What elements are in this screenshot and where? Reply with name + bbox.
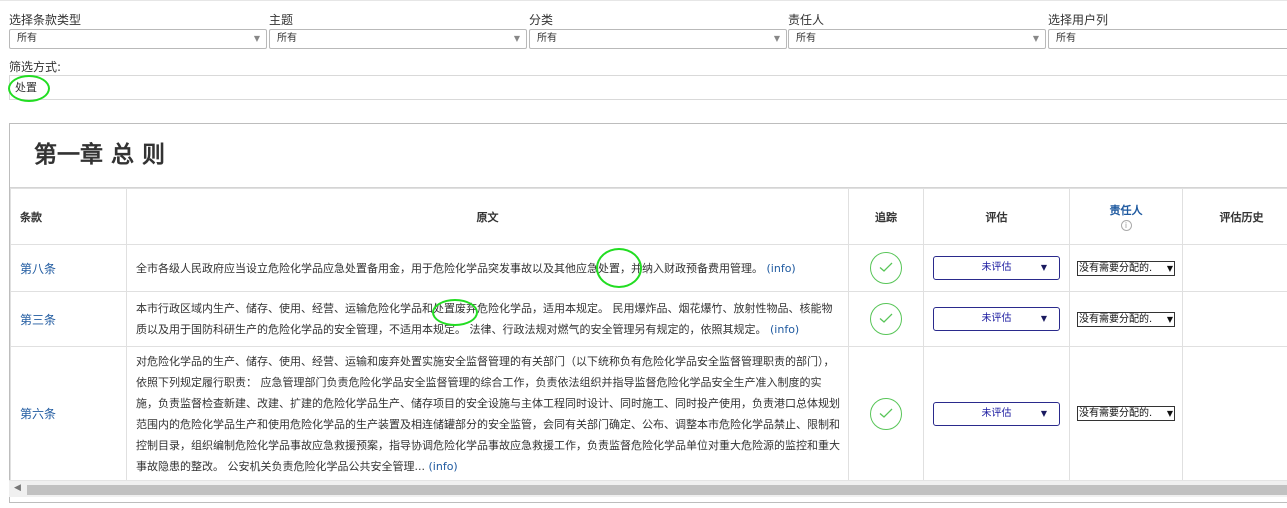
responsible-select[interactable]: 所有 ▼ <box>788 29 1046 49</box>
table-row: 第六条 对危险化学品的生产、储存、使用、经营、运输和废弃处置实施安全监督管理的有… <box>10 346 1287 481</box>
filter-method-input[interactable]: 处置 <box>9 75 1287 100</box>
column-header-evaluate: 评估 <box>923 188 1070 245</box>
responsible-dropdown[interactable]: 没有需要分配的. ▼ <box>1077 260 1175 276</box>
evaluate-dropdown[interactable]: 未评估 ▼ <box>933 307 1060 331</box>
history-cell <box>1182 346 1287 481</box>
responsible-value: 没有需要分配的. <box>1079 408 1153 419</box>
clause-type-select[interactable]: 所有 ▼ <box>9 29 267 49</box>
clause-link[interactable]: 第三条 <box>10 291 127 347</box>
info-link[interactable]: (info) <box>767 262 796 275</box>
chapter-header: 第一章 总 则 <box>10 124 1287 188</box>
filter-label: 选择条款类型 <box>9 13 82 27</box>
filter-label: 分类 <box>529 13 554 27</box>
table-row: 第八条 全市各级人民政府应当设立危险化学品应急处置备用金，用于危险化学品突发事故… <box>10 244 1287 292</box>
evaluate-cell: 未评估 ▼ <box>923 291 1070 347</box>
chevron-down-icon: ▼ <box>1166 409 1173 418</box>
check-icon[interactable] <box>870 303 902 335</box>
filter-label: 责任人 <box>788 13 825 27</box>
filter-responsible: 责任人 所有 ▼ <box>788 12 1046 49</box>
filter-category: 分类 所有 ▼ <box>529 12 787 49</box>
filter-method-label: 筛选方式: <box>9 60 62 74</box>
top-divider <box>0 0 1287 1</box>
responsible-cell: 没有需要分配的. ▼ <box>1069 244 1183 292</box>
check-icon[interactable] <box>870 397 902 430</box>
check-icon[interactable] <box>870 252 902 284</box>
evaluate-cell: 未评估 ▼ <box>923 346 1070 481</box>
clause-text-body: 全市各级人民政府应当设立危险化学品应急处置备用金，用于危险化学品突发事故以及其他… <box>136 261 763 275</box>
clause-text: 本市行政区域内生产、储存、使用、经营、运输危险化学品和处置废弃危险化学品，适用本… <box>126 291 849 347</box>
clause-link[interactable]: 第八条 <box>10 244 127 292</box>
chevron-down-icon: ▼ <box>513 34 520 43</box>
scroll-left-icon[interactable]: ◀ <box>14 483 21 493</box>
clause-table: 条款 原文 追踪 评估 责任人 i 评估历史 第八条 全市各级人民政府应当设立危… <box>10 188 1287 481</box>
user-columns-select[interactable]: 所有 <box>1048 29 1287 49</box>
column-header-history: 评估历史 <box>1182 188 1287 245</box>
responsible-header-label[interactable]: 责任人 <box>1071 202 1181 218</box>
clause-text: 对危险化学品的生产、储存、使用、经营、运输和废弃处置实施安全监督管理的有关部门（… <box>126 346 849 481</box>
history-cell <box>1182 291 1287 347</box>
responsible-dropdown[interactable]: 没有需要分配的. ▼ <box>1077 311 1175 327</box>
filter-topic: 主题 所有 ▼ <box>269 12 527 49</box>
select-value: 所有 <box>796 33 816 44</box>
track-cell <box>848 346 924 481</box>
select-value: 所有 <box>17 33 37 44</box>
chevron-down-icon: ▼ <box>1032 34 1039 43</box>
scrollbar-thumb[interactable] <box>27 485 1287 495</box>
clause-text-body: 对危险化学品的生产、储存、使用、经营、运输和废弃处置实施安全监督管理的有关部门（… <box>136 354 840 473</box>
evaluate-value: 未评估 <box>981 407 1012 419</box>
evaluate-dropdown[interactable]: 未评估 ▼ <box>933 401 1060 426</box>
caret-down-icon: ▼ <box>1040 314 1047 323</box>
column-header-clause: 条款 <box>10 188 127 245</box>
caret-down-icon: ▼ <box>1040 408 1047 418</box>
filter-user-columns: 选择用户列 所有 <box>1048 12 1287 49</box>
category-select[interactable]: 所有 ▼ <box>529 29 787 49</box>
caret-down-icon: ▼ <box>1040 263 1047 272</box>
track-cell <box>848 291 924 347</box>
topic-select[interactable]: 所有 ▼ <box>269 29 527 49</box>
evaluate-dropdown[interactable]: 未评估 ▼ <box>933 256 1060 280</box>
select-value: 所有 <box>1056 33 1076 44</box>
responsible-cell: 没有需要分配的. ▼ <box>1069 346 1183 481</box>
select-value: 所有 <box>537 33 557 44</box>
clause-text-body: 本市行政区域内生产、储存、使用、经营、运输危险化学品和处置废弃危险化学品，适用本… <box>136 302 833 336</box>
chevron-down-icon: ▼ <box>773 34 780 43</box>
track-cell <box>848 244 924 292</box>
info-link[interactable]: (info) <box>770 323 799 336</box>
info-icon[interactable]: i <box>1120 220 1132 231</box>
chapter-title: 第一章 总 则 <box>34 142 166 168</box>
evaluate-cell: 未评估 ▼ <box>923 244 1070 292</box>
evaluate-value: 未评估 <box>981 262 1012 273</box>
table-header-row: 条款 原文 追踪 评估 责任人 i 评估历史 <box>10 188 1287 245</box>
column-header-track: 追踪 <box>848 188 924 245</box>
clause-text: 全市各级人民政府应当设立危险化学品应急处置备用金，用于危险化学品突发事故以及其他… <box>126 244 849 292</box>
horizontal-scrollbar[interactable]: ◀ <box>9 480 1287 497</box>
responsible-cell: 没有需要分配的. ▼ <box>1069 291 1183 347</box>
table-row: 第三条 本市行政区域内生产、储存、使用、经营、运输危险化学品和处置废弃危险化学品… <box>10 291 1287 347</box>
filter-method-value: 处置 <box>15 81 37 94</box>
responsible-value: 没有需要分配的. <box>1079 313 1153 325</box>
info-link[interactable]: (info) <box>429 460 458 473</box>
responsible-dropdown[interactable]: 没有需要分配的. ▼ <box>1077 406 1175 421</box>
filter-clause-type: 选择条款类型 所有 ▼ <box>9 12 267 49</box>
column-header-responsible[interactable]: 责任人 i <box>1069 188 1183 245</box>
chevron-down-icon: ▼ <box>1166 314 1173 324</box>
responsible-value: 没有需要分配的. <box>1079 262 1153 274</box>
select-value: 所有 <box>277 33 297 44</box>
column-header-original: 原文 <box>126 188 849 245</box>
chevron-down-icon: ▼ <box>1166 263 1173 273</box>
evaluate-value: 未评估 <box>981 313 1012 324</box>
clause-link[interactable]: 第六条 <box>10 346 127 481</box>
filter-label: 主题 <box>269 13 294 27</box>
chapter-panel: 第一章 总 则 条款 原文 追踪 评估 责任人 i 评估历史 第八条 全市各级人… <box>9 123 1287 503</box>
chevron-down-icon: ▼ <box>253 34 260 43</box>
filter-label: 选择用户列 <box>1048 13 1109 27</box>
history-cell <box>1182 244 1287 292</box>
